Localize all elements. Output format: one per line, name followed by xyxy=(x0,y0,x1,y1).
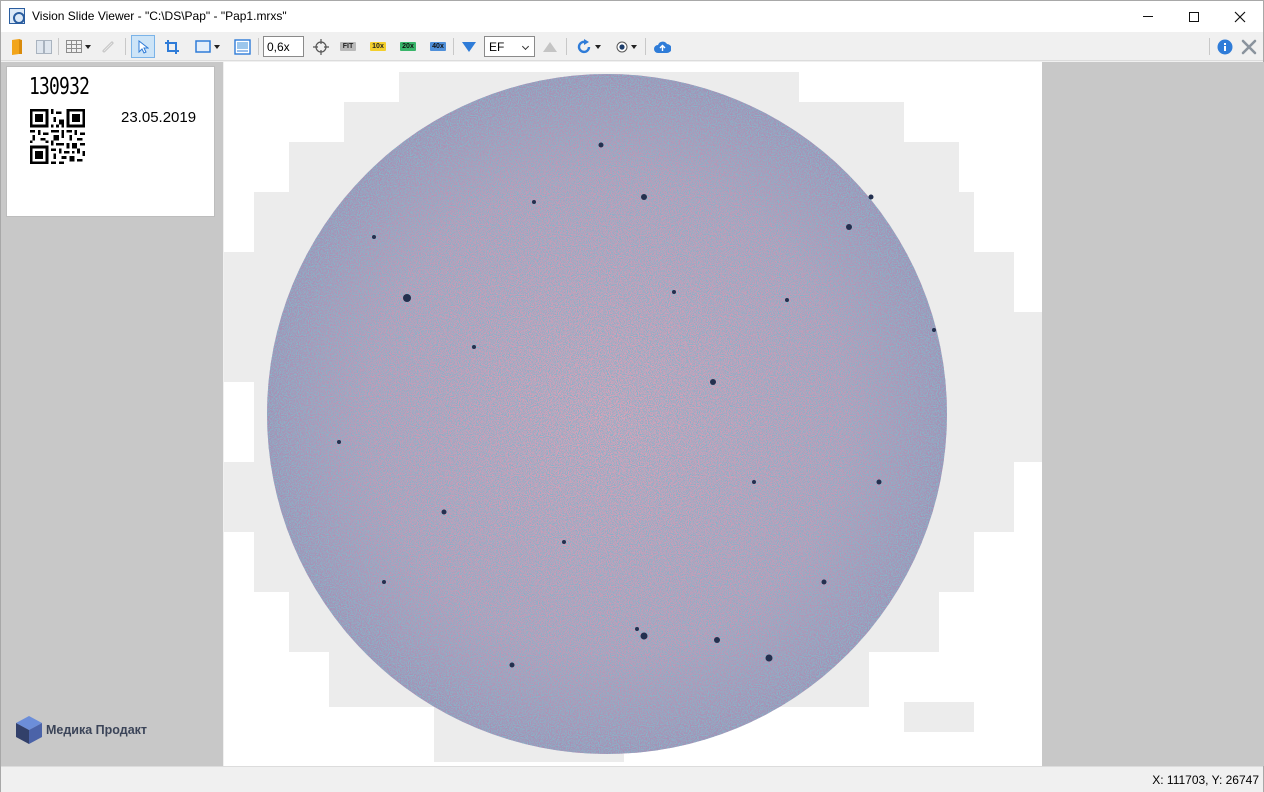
title-bar: Vision Slide Viewer - "C:\DS\Pap" - "Pap… xyxy=(1,1,1263,32)
app-window: Vision Slide Viewer - "C:\DS\Pap" - "Pap… xyxy=(0,0,1264,792)
zoom-10x-label: 10x xyxy=(370,42,386,51)
filter-select[interactable]: EF xyxy=(484,36,535,57)
pointer-icon xyxy=(138,39,149,54)
rectangle-select-icon xyxy=(194,40,211,53)
pointer-tool-button[interactable] xyxy=(131,35,155,58)
filter-select-value: EF xyxy=(489,40,505,54)
window-title: Vision Slide Viewer - "C:\DS\Pap" - "Pap… xyxy=(32,9,287,23)
link-button[interactable] xyxy=(99,36,117,57)
slide-scan-image xyxy=(224,72,1042,762)
brand-logo: Медика Продакт xyxy=(15,715,147,745)
zoom-20x-button[interactable]: 20x xyxy=(398,36,418,57)
rotate-icon xyxy=(577,38,590,53)
slide-label-date: 23.05.2019 xyxy=(121,109,197,126)
open-folder-icon xyxy=(12,38,22,55)
zoom-10x-button[interactable]: 10x xyxy=(368,36,388,57)
zoom-input[interactable]: 0,6x xyxy=(263,36,304,57)
link-icon xyxy=(102,41,114,52)
grid-icon xyxy=(65,40,82,53)
zoom-40x-label: 40x xyxy=(430,42,446,51)
upload-icon xyxy=(653,41,671,53)
app-icon xyxy=(9,8,25,24)
chevron-down-icon xyxy=(594,44,601,49)
side-by-side-icon xyxy=(36,39,52,54)
slide-label-card: 130932 23.05.2019 xyxy=(6,66,215,217)
crop-icon xyxy=(165,39,179,54)
slide-image[interactable] xyxy=(224,62,1042,766)
upload-button[interactable] xyxy=(651,36,673,57)
open-slide-button[interactable] xyxy=(8,36,26,57)
screenshot-icon xyxy=(233,38,251,55)
info-icon xyxy=(1217,39,1233,54)
slide-label-id: 130932 xyxy=(29,74,90,100)
cursor-coordinates: X: 111703, Y: 26747 xyxy=(1152,773,1259,787)
slide-viewport[interactable] xyxy=(224,62,1264,766)
crop-tool-button[interactable] xyxy=(161,36,183,57)
arrow-up-icon xyxy=(543,41,557,52)
zoom-40x-button[interactable]: 40x xyxy=(428,36,448,57)
info-button[interactable] xyxy=(1214,36,1236,57)
center-target-icon xyxy=(313,38,329,55)
rotate-dropdown[interactable] xyxy=(571,36,605,57)
focus-dropdown[interactable] xyxy=(611,36,641,57)
screenshot-button[interactable] xyxy=(231,36,253,57)
close-icon xyxy=(1234,11,1246,22)
filter-up-button[interactable] xyxy=(540,36,560,57)
brand-logo-text: Медика Продакт xyxy=(46,723,148,737)
qr-code-image xyxy=(30,109,85,164)
label-panel: 130932 23.05.2019 Медика Продакт xyxy=(1,62,223,766)
maximize-icon xyxy=(1189,11,1199,22)
focus-icon xyxy=(616,41,627,52)
center-view-button[interactable] xyxy=(310,36,332,57)
tools-icon xyxy=(1241,39,1257,54)
minimize-icon xyxy=(1143,16,1153,17)
status-bar: X: 111703, Y: 26747 xyxy=(1,766,1263,792)
arrow-down-icon xyxy=(462,41,476,52)
zoom-fit-label: FIT xyxy=(340,42,356,51)
zoom-fit-button[interactable]: FIT xyxy=(338,36,358,57)
chevron-down-icon xyxy=(213,44,220,49)
chevron-down-icon xyxy=(630,44,637,49)
settings-button[interactable] xyxy=(1238,36,1260,57)
rectangle-select-dropdown[interactable] xyxy=(190,36,224,57)
cube-logo-icon xyxy=(16,716,42,744)
maximize-button[interactable] xyxy=(1171,1,1217,32)
chevron-down-icon xyxy=(84,44,91,49)
close-button[interactable] xyxy=(1217,1,1263,32)
minimize-button[interactable] xyxy=(1125,1,1171,32)
zoom-20x-label: 20x xyxy=(400,42,416,51)
grid-dropdown-button[interactable] xyxy=(63,36,93,57)
filter-down-button[interactable] xyxy=(459,36,479,57)
chevron-down-icon xyxy=(521,42,530,51)
side-by-side-button[interactable] xyxy=(34,36,54,57)
